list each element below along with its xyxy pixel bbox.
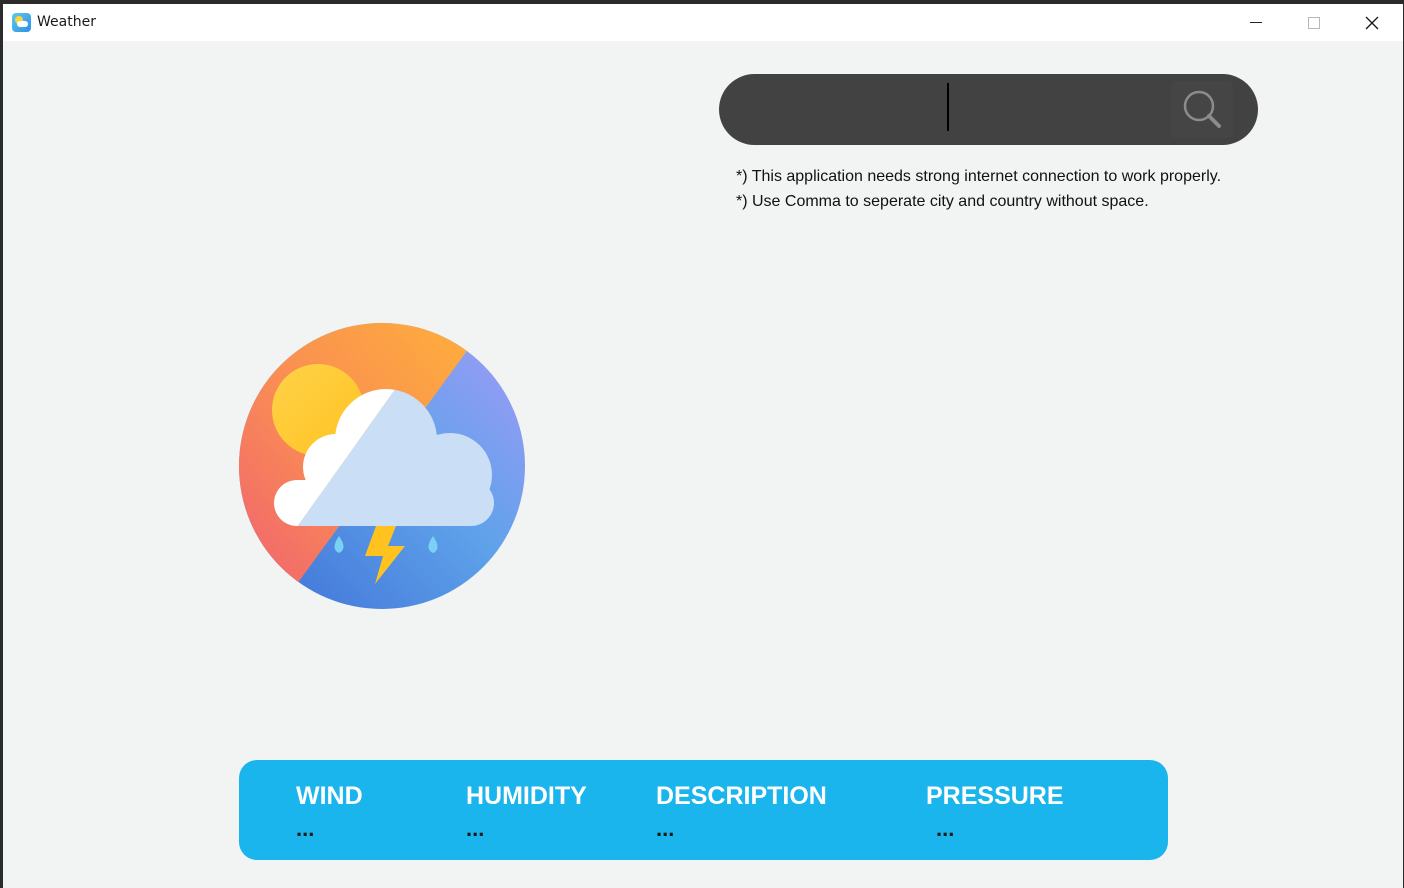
window-title: Weather [37,14,96,30]
description-value: ... [656,816,675,841]
humidity-value: ... [466,816,485,841]
minimize-button[interactable] [1227,4,1285,41]
note-comma: *) Use Comma to seperate city and countr… [736,193,1149,210]
weather-window: Weather *) This application needs strong… [3,4,1403,888]
search-icon [1183,90,1221,128]
city-search-input[interactable] [945,82,1165,137]
text-caret [947,83,949,131]
search-button[interactable] [1171,81,1233,138]
weather-app-icon [12,13,31,32]
pressure-value: ... [936,816,955,841]
search-bar [719,74,1258,145]
minimize-icon [1250,22,1262,23]
wind-value: ... [296,816,315,841]
usage-notes: *) This application needs strong interne… [736,164,1221,214]
maximize-icon [1308,16,1320,29]
maximize-button[interactable] [1285,4,1343,41]
weather-logo-icon [239,323,525,609]
wind-label: WIND [296,782,363,810]
pressure-label: PRESSURE [926,782,1064,810]
description-label: DESCRIPTION [656,782,827,810]
close-button[interactable] [1343,4,1401,41]
title-bar: Weather [3,4,1403,41]
weather-info-panel: WIND ... HUMIDITY ... DESCRIPTION ... PR… [239,760,1168,860]
humidity-label: HUMIDITY [466,782,587,810]
close-icon [1365,16,1379,29]
note-internet: *) This application needs strong interne… [736,168,1222,185]
